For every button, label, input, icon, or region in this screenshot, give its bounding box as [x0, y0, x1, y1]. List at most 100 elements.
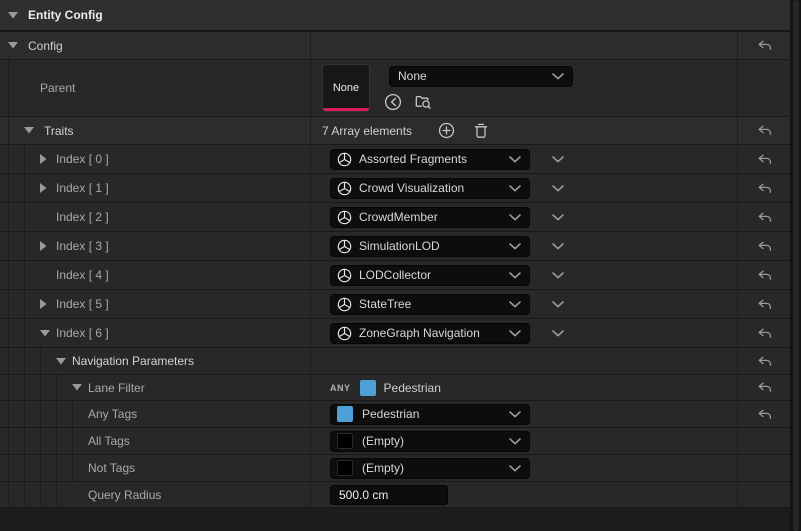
index-1-reset[interactable]	[738, 174, 790, 202]
reset-to-default-icon[interactable]	[757, 212, 772, 223]
reset-to-default-icon[interactable]	[757, 328, 772, 339]
trait-2-options-button[interactable]	[546, 213, 570, 221]
any-tags-combobox[interactable]: Pedestrian	[330, 403, 530, 425]
trait-6-options-button[interactable]	[546, 329, 570, 337]
scrollbar-track[interactable]	[790, 0, 801, 531]
trait-0-combobox[interactable]: Assorted Fragments	[330, 148, 530, 170]
table-row: Index [ 6 ] ZoneGraph Navigation	[0, 319, 790, 348]
trait-5-combobox[interactable]: StateTree	[330, 293, 530, 315]
folder-search-icon	[415, 95, 431, 109]
any-tags-value: Pedestrian	[362, 407, 420, 421]
index-3-label: Index [ 3 ]	[56, 239, 109, 253]
query-radius-label: Query Radius	[88, 487, 162, 502]
chevron-down-icon	[552, 72, 564, 80]
scrollbar-thumb[interactable]	[793, 0, 799, 531]
lane-filter-reset[interactable]	[738, 375, 790, 400]
index-6-label: Index [ 6 ]	[56, 326, 109, 340]
chevron-down-icon[interactable]	[72, 384, 88, 391]
trait-2-combobox[interactable]: CrowdMember	[330, 206, 530, 228]
traits-reset[interactable]	[738, 117, 790, 144]
index-5-reset[interactable]	[738, 290, 790, 318]
lane-filter-row[interactable]: Lane Filter ANY Pedestrian	[0, 375, 790, 401]
parent-asset-combobox[interactable]: None	[389, 65, 573, 87]
delete-array-elements-button[interactable]	[471, 122, 491, 140]
index-2-label: Index [ 2 ]	[56, 210, 109, 224]
navigation-parameters-reset[interactable]	[738, 348, 790, 374]
chevron-down-icon[interactable]	[8, 11, 24, 19]
chevron-right-icon[interactable]	[40, 183, 56, 193]
index-6-reset[interactable]	[738, 319, 790, 347]
trait-1-options-button[interactable]	[546, 184, 570, 192]
index-3-reset[interactable]	[738, 232, 790, 260]
tag-color-swatch	[359, 379, 376, 396]
mass-trait-icon	[337, 326, 352, 340]
chevron-down-icon[interactable]	[8, 42, 24, 49]
reset-to-default-icon[interactable]	[757, 154, 772, 165]
traits-label-cell[interactable]: Traits	[0, 117, 310, 144]
chevron-down-icon	[552, 155, 564, 162]
traits-label: Traits	[44, 123, 74, 138]
use-selected-asset-button[interactable]	[383, 93, 403, 111]
mass-trait-icon	[337, 152, 352, 166]
trait-5-options-button[interactable]	[546, 300, 570, 308]
query-radius-input[interactable]	[330, 484, 448, 505]
mass-trait-icon	[337, 181, 352, 195]
all-tags-value: (Empty)	[362, 434, 404, 448]
chevron-down-icon	[509, 213, 521, 221]
reset-to-default-icon[interactable]	[757, 241, 772, 252]
config-label-cell[interactable]: Config	[0, 32, 310, 59]
all-tags-combobox[interactable]: (Empty)	[330, 430, 530, 452]
chevron-down-icon	[552, 213, 564, 220]
all-tags-label: All Tags	[88, 434, 130, 448]
query-radius-row: Query Radius	[0, 482, 790, 508]
index-2-reset[interactable]	[738, 203, 790, 231]
index-5-label: Index [ 5 ]	[56, 297, 109, 311]
parent-asset-thumbnail[interactable]: None	[322, 64, 370, 112]
chevron-down-icon	[552, 242, 564, 249]
chevron-down-icon[interactable]	[40, 329, 56, 337]
trait-4-options-button[interactable]	[546, 271, 570, 279]
reset-to-default-icon[interactable]	[757, 183, 772, 194]
chevron-down-icon	[509, 464, 521, 472]
trait-4-combobox[interactable]: LODCollector	[330, 264, 530, 286]
trait-2-value: CrowdMember	[359, 210, 438, 224]
chevron-right-icon[interactable]	[40, 299, 56, 309]
reset-to-default-icon[interactable]	[757, 382, 772, 393]
trait-1-combobox[interactable]: Crowd Visualization	[330, 177, 530, 199]
reset-to-default-icon[interactable]	[757, 356, 772, 367]
navigation-parameters-row[interactable]: Navigation Parameters	[0, 348, 790, 375]
browse-to-asset-button[interactable]	[413, 93, 433, 111]
add-array-element-button[interactable]	[436, 122, 456, 140]
reset-to-default-icon[interactable]	[757, 40, 772, 51]
chevron-right-icon[interactable]	[40, 154, 56, 164]
traits-category-row[interactable]: Traits 7 Array elements	[0, 117, 790, 145]
reset-to-default-icon[interactable]	[757, 125, 772, 136]
config-reset[interactable]	[738, 32, 790, 59]
not-tags-combobox[interactable]: (Empty)	[330, 457, 530, 479]
plus-circle-icon	[438, 122, 454, 139]
trait-6-combobox[interactable]: ZoneGraph Navigation	[330, 322, 530, 344]
trait-5-value: StateTree	[359, 297, 412, 311]
index-4-reset[interactable]	[738, 261, 790, 289]
entity-config-header[interactable]: Entity Config	[0, 0, 790, 32]
mass-trait-icon	[337, 297, 352, 311]
reset-to-default-icon[interactable]	[757, 299, 772, 310]
index-0-reset[interactable]	[738, 145, 790, 173]
chevron-down-icon[interactable]	[56, 357, 72, 365]
chevron-right-icon[interactable]	[40, 241, 56, 251]
config-category-row[interactable]: Config	[0, 32, 790, 60]
trait-0-options-button[interactable]	[546, 155, 570, 163]
chevron-down-icon[interactable]	[24, 127, 40, 134]
trait-3-value: SimulationLOD	[359, 239, 440, 253]
any-tags-reset[interactable]	[738, 401, 790, 427]
parent-label-cell: Parent	[0, 60, 310, 116]
table-row: Index [ 1 ] Crowd Visualization	[0, 174, 790, 203]
reset-to-default-icon[interactable]	[757, 409, 772, 420]
array-count-text: 7 Array elements	[322, 123, 413, 138]
trait-3-options-button[interactable]	[546, 242, 570, 250]
chevron-down-icon	[509, 437, 521, 445]
trait-3-combobox[interactable]: SimulationLOD	[330, 235, 530, 257]
reset-to-default-icon[interactable]	[757, 270, 772, 281]
table-row: Index [ 0 ] Assorted Fragments	[0, 145, 790, 174]
trait-1-value: Crowd Visualization	[359, 181, 465, 195]
